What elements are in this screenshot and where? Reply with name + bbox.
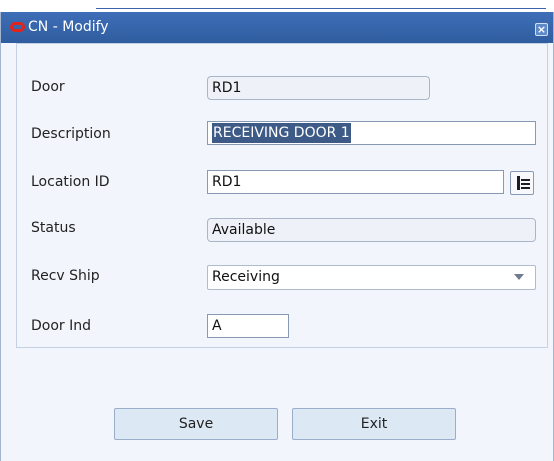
description-selected-text: RECEIVING DOOR 1 [212, 123, 351, 143]
recv-ship-select[interactable]: Receiving [207, 265, 536, 290]
door-ind-input[interactable]: A [207, 314, 289, 338]
description-input[interactable]: RECEIVING DOOR 1 [207, 121, 536, 145]
close-icon[interactable]: × [535, 23, 548, 36]
chevron-down-icon[interactable] [514, 274, 524, 280]
lookup-line [521, 179, 530, 181]
recv-ship-label: Recv Ship [31, 268, 100, 284]
description-label: Description [31, 126, 111, 142]
exit-button[interactable]: Exit [292, 408, 456, 440]
door-field: RD1 [207, 76, 430, 100]
save-button[interactable]: Save [114, 408, 278, 440]
lookup-line [521, 187, 530, 189]
oracle-logo-icon [10, 22, 25, 32]
status-label: Status [31, 220, 76, 236]
lookup-list-icon[interactable] [510, 171, 534, 195]
door-label: Door [31, 79, 65, 95]
door-ind-label: Door Ind [31, 318, 92, 334]
title-bar[interactable]: CN - Modify × [1, 12, 553, 43]
lookup-line [521, 183, 530, 185]
location-id-label: Location ID [31, 174, 110, 190]
top-strip [0, 0, 554, 12]
top-divider [96, 8, 546, 9]
location-id-input[interactable]: RD1 [207, 170, 504, 194]
status-field: Available [207, 218, 536, 242]
window-title: CN - Modify [28, 19, 109, 35]
